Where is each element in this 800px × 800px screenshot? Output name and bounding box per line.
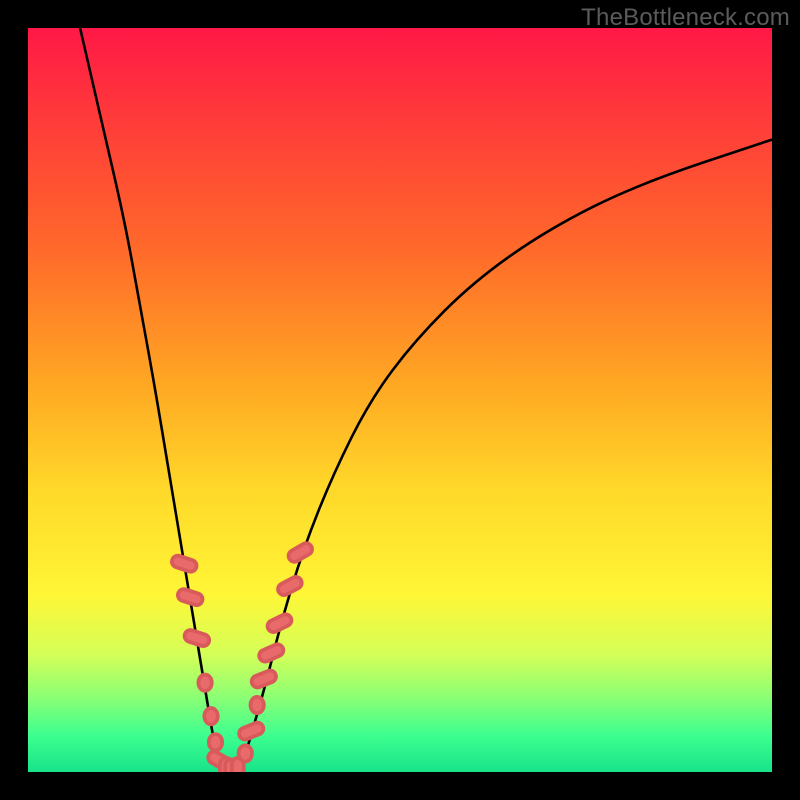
data-marker [209, 734, 222, 750]
left-branch-line [80, 28, 221, 772]
data-marker [239, 745, 252, 761]
data-marker [286, 541, 314, 564]
data-marker [250, 669, 278, 690]
data-marker [176, 588, 204, 607]
data-marker [257, 642, 285, 663]
data-marker [170, 554, 198, 573]
data-marker [250, 697, 263, 713]
data-marker [276, 575, 304, 597]
right-branch-line [240, 140, 772, 772]
plot-area [28, 28, 772, 772]
marker-layer [170, 541, 314, 772]
data-marker [183, 629, 211, 648]
data-marker [237, 721, 265, 742]
curve-layer [28, 28, 772, 772]
data-marker [265, 612, 293, 634]
chart-frame: TheBottleneck.com [0, 0, 800, 800]
data-marker [204, 708, 217, 724]
data-marker [198, 675, 211, 691]
